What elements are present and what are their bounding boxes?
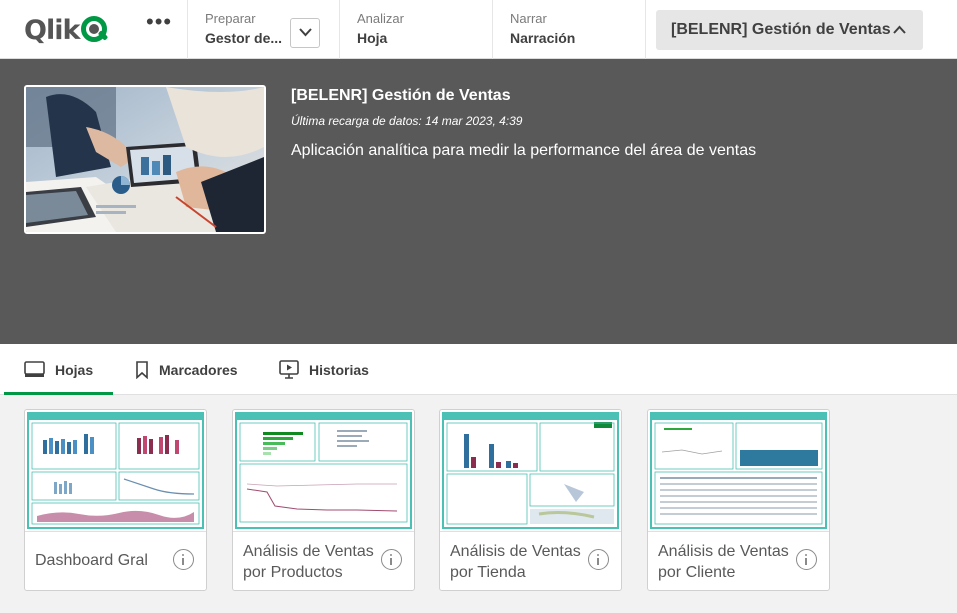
card-divider [440, 531, 621, 532]
app-description: Aplicación analítica para medir la perfo… [291, 142, 757, 159]
info-icon[interactable] [173, 549, 194, 570]
tab-stories[interactable]: Historias [279, 344, 369, 395]
nav-divider [492, 0, 493, 59]
sheet-card[interactable]: Análisis de Ventas por Tienda [439, 409, 622, 591]
app-selector-button[interactable]: [BELENR] Gestión de Ventas [656, 10, 923, 50]
last-reload-text: Última recarga de datos: 14 mar 2023, 4:… [291, 114, 523, 128]
content-tabs: Hojas Marcadores Historias [0, 344, 957, 395]
app-name: [BELENR] Gestión de Ventas [671, 21, 891, 38]
top-navigation-bar: Qlik ••• Preparar Gestor de... Analizar … [0, 0, 957, 59]
nav-analyze-label: Analizar [357, 11, 404, 26]
bookmark-icon [136, 360, 148, 379]
sheet-icon [24, 361, 45, 377]
nav-prepare-value: Gestor de... [205, 30, 283, 46]
app-overview-header: [BELENR] Gestión de Ventas Última recarg… [0, 59, 957, 344]
nav-divider [187, 0, 188, 59]
sheet-title: Análisis de Ventas por Tienda [450, 543, 581, 581]
info-icon[interactable] [796, 549, 817, 570]
card-divider [648, 531, 829, 532]
nav-divider [645, 0, 646, 59]
sheet-thumbnail [650, 412, 827, 529]
tab-bookmarks[interactable]: Marcadores [135, 344, 238, 395]
info-icon[interactable] [588, 549, 609, 570]
sheet-card[interactable]: Análisis de Ventas por Productos [232, 409, 415, 591]
nav-prepare[interactable]: Preparar Gestor de... [205, 11, 282, 46]
card-divider [25, 531, 206, 532]
qlik-q-icon [80, 15, 110, 45]
sheet-card[interactable]: Dashboard Gral [24, 409, 207, 591]
chevron-down-icon [299, 28, 312, 37]
nav-analyze-value: Hoja [357, 30, 388, 46]
sheet-card[interactable]: Análisis de Ventas por Cliente [647, 409, 830, 591]
tab-label: Marcadores [159, 361, 238, 378]
sheet-thumbnail [442, 412, 619, 529]
card-divider [233, 531, 414, 532]
nav-narrate-value: Narración [510, 30, 576, 46]
logo-text: Qlik [24, 14, 80, 46]
chevron-up-icon [893, 25, 906, 34]
tab-label: Historias [309, 361, 369, 378]
app-title: [BELENR] Gestión de Ventas [291, 87, 511, 104]
tab-label: Hojas [55, 361, 94, 378]
sheet-thumbnail [235, 412, 412, 529]
nav-prepare-label: Preparar [205, 11, 256, 26]
app-thumbnail-image [24, 85, 266, 234]
nav-narrate-label: Narrar [510, 11, 547, 26]
sheet-title: Dashboard Gral [35, 552, 148, 569]
sheet-thumbnail [27, 412, 204, 529]
sheet-title: Análisis de Ventas por Cliente [658, 543, 789, 581]
prepare-dropdown-button[interactable] [290, 18, 320, 48]
more-options-icon[interactable]: ••• [146, 11, 171, 41]
info-icon[interactable] [381, 549, 402, 570]
nav-narrate[interactable]: Narrar Narración [510, 11, 575, 46]
story-icon [279, 360, 299, 379]
nav-analyze[interactable]: Analizar Hoja [357, 11, 404, 46]
qlik-logo[interactable]: Qlik [24, 14, 110, 46]
sheet-title: Análisis de Ventas por Productos [243, 543, 374, 581]
tab-sheets[interactable]: Hojas [4, 344, 113, 395]
nav-divider [339, 0, 340, 59]
